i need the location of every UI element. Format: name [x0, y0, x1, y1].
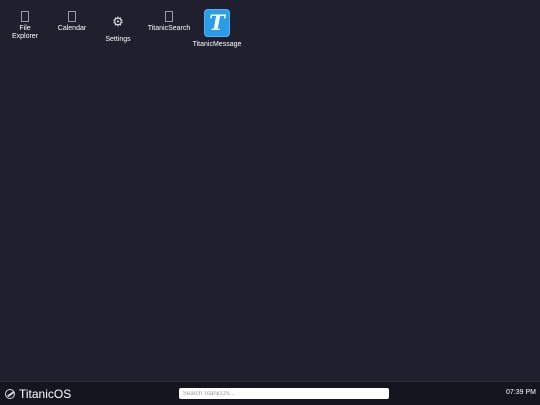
file-explorer-label-line1: File [19, 25, 31, 32]
file-explorer-label-line2: Explorer [11, 33, 39, 40]
taskbar: TitanicOS 07:39 PM [0, 381, 540, 405]
calendar-shortcut[interactable]: Calendar [47, 8, 97, 33]
clock: 07:39 PM [506, 389, 536, 396]
titanic-search-label: TitanicSearch [147, 25, 191, 32]
brand-name: TitanicOS [19, 387, 72, 401]
calendar-label: Calendar [57, 25, 87, 32]
file-explorer-shortcut[interactable]: File Explorer [0, 8, 50, 41]
calendar-icon [65, 8, 79, 24]
titanic-search-icon [162, 8, 176, 24]
titanicos-logo-icon [5, 389, 15, 399]
titanic-search-shortcut[interactable]: TitanicSearch [143, 8, 195, 33]
titanic-message-icon-letter: T [209, 10, 225, 35]
start-button[interactable]: TitanicOS [5, 386, 71, 402]
search-input[interactable] [179, 388, 389, 399]
file-explorer-icon [18, 8, 32, 24]
desktop: File Explorer Calendar ⚙ Settings Titani… [0, 0, 540, 381]
gear-icon: ⚙ [112, 14, 124, 29]
titanic-message-icon: T [204, 9, 230, 37]
titanic-message-label: TitanicMessage [192, 41, 242, 48]
settings-shortcut[interactable]: ⚙ Settings [93, 8, 143, 44]
titanic-message-shortcut[interactable]: T TitanicMessage [191, 9, 243, 49]
settings-label: Settings [105, 36, 131, 43]
